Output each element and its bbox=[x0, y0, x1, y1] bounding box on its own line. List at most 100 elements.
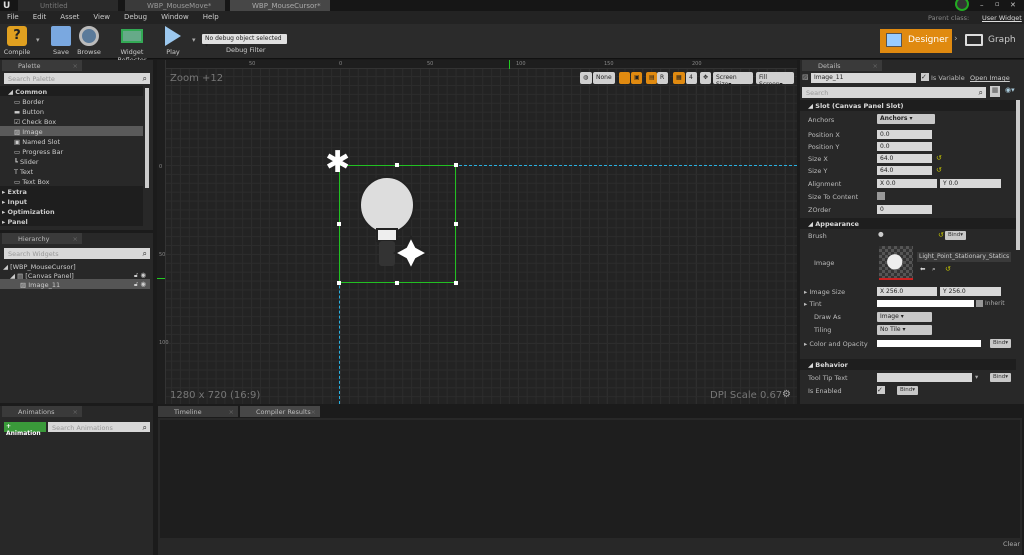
use-selected-arrow-icon[interactable]: ⬅ bbox=[920, 265, 925, 273]
palette-search-input[interactable]: Search Palette ⌕ bbox=[4, 73, 150, 84]
reset-to-default-icon[interactable]: ↺ bbox=[936, 154, 942, 162]
grid-snap-icon[interactable]: ▦ bbox=[673, 72, 685, 84]
close-button[interactable]: ✕ bbox=[1010, 1, 1016, 9]
color-opacity-swatch[interactable] bbox=[877, 340, 981, 347]
size-y-input[interactable]: 64.0 bbox=[877, 166, 932, 175]
menu-help[interactable]: Help bbox=[196, 11, 226, 24]
palette-item-border[interactable]: ▭ Border bbox=[0, 96, 44, 106]
close-icon[interactable]: × bbox=[73, 408, 78, 416]
tab-details[interactable]: Details × bbox=[802, 60, 882, 71]
tab-wbp-mousecursor[interactable]: WBP_MouseCursor* bbox=[230, 0, 330, 11]
play-options-chevron-icon[interactable]: ▾ bbox=[192, 36, 196, 44]
animations-search-input[interactable]: Search Animations ⌕ bbox=[48, 422, 150, 432]
menu-edit[interactable]: Edit bbox=[26, 11, 54, 24]
tab-palette[interactable]: Palette × bbox=[2, 60, 82, 71]
tint-color-swatch[interactable] bbox=[877, 300, 974, 307]
is-variable-checkbox[interactable]: ✓ bbox=[921, 73, 929, 81]
color-bind-button[interactable]: Bind▾ bbox=[990, 339, 1012, 348]
compile-options-chevron-icon[interactable]: ▾ bbox=[36, 36, 40, 44]
alignment-x-input[interactable]: X 0.0 bbox=[877, 179, 937, 188]
resize-handle[interactable] bbox=[395, 163, 399, 167]
close-icon[interactable]: × bbox=[229, 408, 234, 416]
brush-bind-button[interactable]: Bind▾ bbox=[945, 231, 967, 240]
anchors-dropdown[interactable]: Anchors ▾ bbox=[877, 114, 935, 124]
globe-icon[interactable]: ◍ bbox=[580, 72, 592, 84]
widget-name-input[interactable]: Image_11 bbox=[811, 73, 916, 83]
image-asset-dropdown[interactable]: Light_Point_Stationary_Statics ▾ bbox=[917, 252, 1011, 262]
palette-item-progress-bar[interactable]: ▭ Progress Bar bbox=[0, 146, 63, 156]
details-scrollbar[interactable] bbox=[1016, 100, 1020, 250]
is-enabled-bind-button[interactable]: Bind▾ bbox=[897, 386, 919, 395]
anchor-icon[interactable]: ✱ bbox=[325, 148, 350, 178]
close-icon[interactable]: × bbox=[73, 235, 78, 243]
resize-handle[interactable] bbox=[454, 222, 458, 226]
resize-handle[interactable] bbox=[454, 163, 458, 167]
reset-to-default-icon[interactable]: ↺ bbox=[938, 231, 944, 239]
lock-eye-icons[interactable]: 🔓︎ ◉ bbox=[134, 280, 146, 289]
behavior-section-header[interactable]: ◢ Behavior bbox=[800, 359, 1016, 370]
close-icon[interactable]: × bbox=[73, 62, 78, 70]
tab-hierarchy[interactable]: Hierarchy × bbox=[2, 233, 82, 244]
respect-locks-button[interactable]: R bbox=[657, 72, 668, 84]
inherit-checkbox[interactable] bbox=[976, 300, 983, 307]
save-button[interactable]: Save bbox=[50, 26, 72, 56]
move-icon[interactable]: ✥ bbox=[700, 72, 711, 84]
position-x-input[interactable]: 0.0 bbox=[877, 130, 932, 139]
localization-preview-dropdown[interactable]: None bbox=[593, 72, 615, 84]
tooltip-dropdown-chevron-icon[interactable]: ▾ bbox=[975, 373, 978, 381]
menu-view[interactable]: View bbox=[86, 11, 117, 24]
property-matrix-icon[interactable]: ▦ bbox=[990, 86, 1000, 97]
graph-mode-button[interactable]: Graph bbox=[962, 29, 1022, 53]
hierarchy-search-input[interactable]: Search Widgets ⌕ bbox=[4, 248, 150, 259]
appearance-section-header[interactable]: ◢ Appearance bbox=[800, 218, 1016, 229]
dpi-settings-gear-icon[interactable]: ⚙ bbox=[782, 389, 791, 400]
alignment-y-input[interactable]: Y 0.0 bbox=[940, 179, 1001, 188]
designer-canvas[interactable] bbox=[157, 60, 797, 404]
compile-button[interactable]: ? Compile bbox=[3, 26, 31, 56]
tab-untitled[interactable]: Untitled bbox=[18, 0, 118, 11]
size-x-input[interactable]: 64.0 bbox=[877, 154, 932, 163]
menu-debug[interactable]: Debug bbox=[117, 11, 154, 24]
browse-magnifier-icon[interactable]: ⌕ bbox=[932, 265, 936, 274]
palette-category-common[interactable]: ◢ Common bbox=[0, 86, 143, 96]
open-image-link[interactable]: Open Image bbox=[970, 74, 1010, 82]
reset-to-default-icon[interactable]: ↺ bbox=[936, 166, 942, 174]
widget-reflector-button[interactable]: Widget Reflector bbox=[106, 26, 158, 64]
tooltip-bind-button[interactable]: Bind▾ bbox=[990, 373, 1012, 382]
close-icon[interactable]: × bbox=[311, 408, 316, 416]
menu-window[interactable]: Window bbox=[154, 11, 196, 24]
palette-item-text[interactable]: T Text bbox=[0, 166, 33, 176]
tab-animations[interactable]: Animations × bbox=[2, 406, 82, 417]
minimize-button[interactable]: – bbox=[980, 1, 984, 9]
zorder-input[interactable]: 0 bbox=[877, 205, 932, 214]
palette-item-check-box[interactable]: ☑ Check Box bbox=[0, 116, 56, 126]
designer-mode-button[interactable]: Designer bbox=[880, 29, 952, 53]
lock-icon[interactable]: ▣ bbox=[631, 72, 642, 84]
source-control-icon[interactable] bbox=[955, 0, 969, 11]
position-y-input[interactable]: 0.0 bbox=[877, 142, 932, 151]
resize-handle[interactable] bbox=[337, 281, 341, 285]
tiling-dropdown[interactable]: No Tile ▾ bbox=[877, 325, 932, 335]
visibility-eye-icon[interactable]: ◉▾ bbox=[1005, 86, 1015, 94]
reset-to-default-icon[interactable]: ↺ bbox=[945, 265, 951, 273]
image-size-y-input[interactable]: Y 256.0 bbox=[940, 287, 1001, 296]
palette-category-extra[interactable]: ▸ Extra bbox=[0, 186, 143, 196]
size-to-content-checkbox[interactable] bbox=[877, 192, 885, 200]
palette-item-button[interactable]: ▬ Button bbox=[0, 106, 44, 116]
is-enabled-checkbox[interactable]: ✓ bbox=[877, 386, 885, 394]
tab-timeline[interactable]: Timeline × bbox=[158, 406, 238, 417]
debug-object-dropdown[interactable]: No debug object selected ▾ bbox=[202, 34, 287, 49]
image-size-x-input[interactable]: X 256.0 bbox=[877, 287, 937, 296]
play-button[interactable]: Play bbox=[162, 26, 184, 56]
maximize-button[interactable]: ▫ bbox=[995, 0, 1000, 8]
palette-category-input[interactable]: ▸ Input bbox=[0, 196, 143, 206]
screen-size-dropdown[interactable]: Screen Size▾ bbox=[713, 72, 753, 88]
clear-button[interactable]: Clear bbox=[1003, 540, 1020, 548]
fill-screen-dropdown[interactable]: Fill Screen▾ bbox=[756, 72, 794, 88]
resize-handle[interactable] bbox=[395, 281, 399, 285]
add-animation-button[interactable]: + Animation bbox=[4, 422, 46, 437]
browse-button[interactable]: Browse bbox=[76, 26, 102, 56]
grid-size-dropdown[interactable]: 4 bbox=[686, 72, 697, 84]
tooltip-input[interactable] bbox=[877, 373, 972, 382]
palette-item-named-slot[interactable]: ▣ Named Slot bbox=[0, 136, 60, 146]
